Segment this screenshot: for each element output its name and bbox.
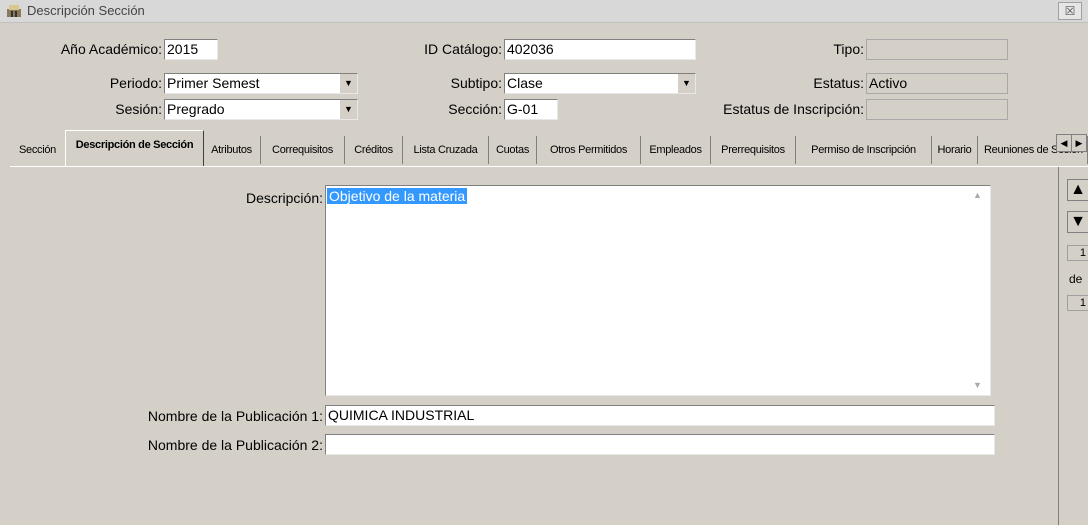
tab-cuotas[interactable]: Cuotas	[489, 136, 537, 164]
tab-correquisitos[interactable]: Correquisitos	[261, 136, 345, 164]
periodo-value: Primer Semest	[167, 75, 260, 91]
subtipo-label: Subtipo:	[450, 75, 502, 91]
estatus-field: Activo	[866, 73, 1008, 94]
subtipo-select[interactable]: Clase ▼	[504, 73, 696, 94]
catalogo-label: ID Catálogo:	[424, 41, 502, 57]
tab-horario[interactable]: Horario	[932, 136, 978, 164]
subtipo-value: Clase	[507, 75, 543, 91]
scroll-up-icon[interactable]: ▲	[973, 190, 982, 200]
estatus-label: Estatus:	[813, 75, 864, 91]
anio-field[interactable]: 2015	[164, 39, 218, 60]
tab-otros-permitidos[interactable]: Otros Permitidos	[537, 136, 641, 164]
estatus-inscripcion-label: Estatus de Inscripción:	[723, 101, 864, 117]
record-de-label: de	[1069, 272, 1083, 286]
catalogo-field[interactable]: 402036	[504, 39, 696, 60]
chevron-down-icon[interactable]: ▼	[339, 74, 357, 93]
tipo-label: Tipo:	[833, 41, 864, 57]
descripcion-textarea[interactable]: Objetivo de la materia	[325, 185, 991, 396]
publicacion-1-field[interactable]: QUIMICA INDUSTRIAL	[325, 405, 995, 426]
descripcion-label: Descripción:	[245, 190, 323, 206]
anio-label: Año Académico:	[60, 41, 162, 57]
window-title: Descripción Sección	[27, 3, 145, 18]
periodo-select[interactable]: Primer Semest ▼	[164, 73, 358, 94]
publicacion-1-label: Nombre de la Publicación 1:	[147, 408, 323, 424]
tab-seccion[interactable]: Sección	[10, 136, 66, 164]
tab-empleados[interactable]: Empleados	[641, 136, 711, 164]
chevron-down-icon[interactable]: ▼	[339, 100, 357, 119]
sesion-select[interactable]: Pregrado ▼	[164, 99, 358, 120]
record-total: 1	[1067, 295, 1088, 311]
seccion-label: Sección:	[448, 101, 502, 117]
sesion-label: Sesión:	[115, 101, 162, 117]
descripcion-text: Objetivo de la materia	[327, 188, 468, 204]
periodo-label: Periodo:	[109, 75, 162, 91]
tab-atributos[interactable]: Atributos	[203, 136, 261, 164]
tab-scroll-left-icon[interactable]: ◀	[1056, 134, 1072, 152]
tab-permiso-de-inscripcion[interactable]: Permiso de Inscripción	[796, 136, 932, 164]
tab-bar: Sección Descripción de Sección Atributos…	[10, 130, 1088, 167]
publicacion-2-field[interactable]	[325, 434, 995, 455]
close-button[interactable]: ☒	[1058, 2, 1082, 20]
tab-lista-cruzada[interactable]: Lista Cruzada	[403, 136, 489, 164]
estatus-inscripcion-field	[866, 99, 1008, 120]
tab-prerrequisitos[interactable]: Prerrequisitos	[711, 136, 796, 164]
scroll-down-icon[interactable]: ▼	[973, 380, 982, 390]
seccion-field[interactable]: G-01	[504, 99, 558, 120]
app-icon	[7, 5, 21, 17]
record-current: 1	[1067, 245, 1088, 261]
title-bar: Descripción Sección ☒	[0, 0, 1088, 23]
record-nav-pane: ▲ ▼ 1 de 1	[1058, 167, 1088, 525]
publicacion-2-label: Nombre de la Publicación 2:	[147, 437, 323, 453]
tab-creditos[interactable]: Créditos	[345, 136, 403, 164]
tipo-field	[866, 39, 1008, 60]
tab-scroll-right-icon[interactable]: ▶	[1071, 134, 1087, 152]
sesion-value: Pregrado	[167, 101, 225, 117]
tab-descripcion-de-seccion[interactable]: Descripción de Sección	[65, 130, 204, 166]
next-record-icon[interactable]: ▼	[1067, 211, 1088, 233]
previous-record-icon[interactable]: ▲	[1067, 179, 1088, 201]
chevron-down-icon[interactable]: ▼	[677, 74, 695, 93]
